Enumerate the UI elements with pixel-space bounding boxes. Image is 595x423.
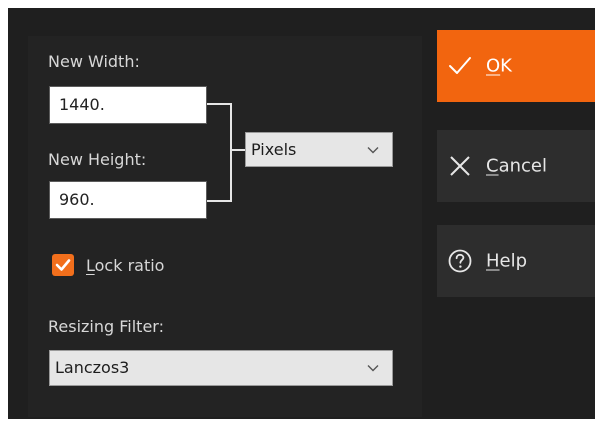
ok-button[interactable]: OK <box>437 30 595 102</box>
cancel-mnemonic: C <box>486 155 499 177</box>
ok-mnemonic: O <box>486 55 501 77</box>
ok-button-label: OK <box>486 56 512 77</box>
lock-ratio-checkbox[interactable] <box>52 254 74 276</box>
cancel-button-label: Cancel <box>486 156 547 177</box>
link-bracket-bottom <box>207 200 231 202</box>
chevron-down-icon <box>366 133 380 166</box>
link-bracket-connector <box>231 149 245 151</box>
help-button[interactable]: Help <box>437 225 595 297</box>
lock-ratio-label[interactable]: Lock ratio <box>86 256 164 276</box>
new-width-input[interactable]: 1440. <box>49 86 207 124</box>
unit-select[interactable]: Pixels <box>245 132 393 167</box>
resizing-filter-value: Lanczos3 <box>55 358 130 377</box>
help-label-rest: elp <box>499 250 528 272</box>
link-bracket-vertical <box>230 103 232 202</box>
checkmark-icon <box>55 259 71 271</box>
new-height-input[interactable]: 960. <box>49 181 207 219</box>
help-button-label: Help <box>486 251 527 272</box>
help-mnemonic: H <box>486 250 500 272</box>
resizing-filter-select[interactable]: Lanczos3 <box>49 350 393 386</box>
lock-ratio-label-rest: ock ratio <box>94 256 165 275</box>
new-width-label: New Width: <box>48 52 140 71</box>
close-icon <box>447 153 473 179</box>
chevron-down-icon <box>366 351 380 385</box>
unit-select-value: Pixels <box>251 140 297 159</box>
check-icon <box>447 53 473 79</box>
cancel-button[interactable]: Cancel <box>437 130 595 202</box>
cancel-label-rest: ancel <box>498 155 547 177</box>
lock-ratio-mnemonic: L <box>86 256 95 275</box>
resizing-filter-label: Resizing Filter: <box>48 317 164 336</box>
new-height-label: New Height: <box>48 150 147 169</box>
link-bracket-top <box>207 103 231 105</box>
ok-label-rest: K <box>500 55 512 77</box>
help-circle-icon <box>447 248 473 274</box>
